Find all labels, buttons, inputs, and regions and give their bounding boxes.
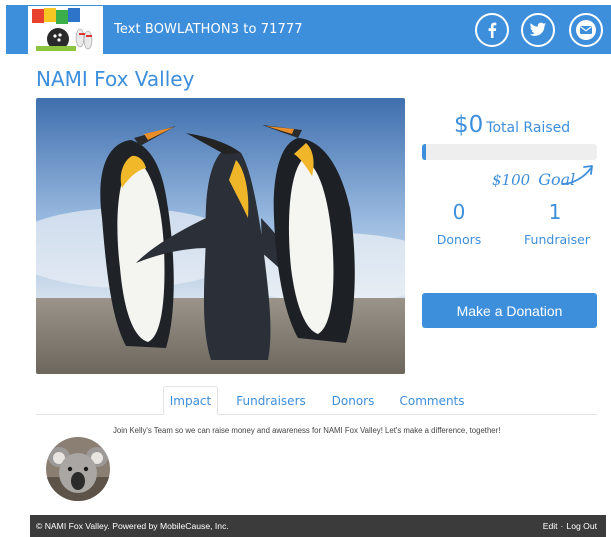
raised-label: Total Raised [486,120,571,136]
goal-arrow-icon [561,165,593,185]
tab-comments[interactable]: Comments [396,386,468,415]
campaign-hero-image [36,98,405,374]
fundraiser-avatar[interactable] [46,437,110,501]
footer-separator: · [560,521,564,531]
page-footer: © NAMI Fox Valley. Powered by MobileCaus… [30,515,606,537]
fundraisers-count: 1 [548,200,562,224]
tab-fundraisers[interactable]: Fundraisers [232,386,310,415]
facebook-icon [488,22,497,38]
total-raised: $0 Total Raised [454,112,570,138]
goal-amount: $100 [492,171,531,189]
make-donation-button[interactable]: Make a Donation [422,293,597,328]
header-bar: Text BOWLATHON3 to 71777 [6,5,611,54]
tab-donors[interactable]: Donors [327,386,379,415]
footer-copyright: © NAMI Fox Valley. Powered by MobileCaus… [36,521,229,531]
tabs-divider [36,414,597,415]
fundraising-progress-bar [422,144,597,160]
facebook-share-button[interactable] [475,13,509,47]
twitter-share-button[interactable] [521,13,555,47]
progress-fill [422,144,426,160]
twitter-icon [529,22,547,36]
tab-impact[interactable]: Impact [163,386,218,415]
footer-links: Edit · Log Out [543,521,597,531]
donors-count: 0 [452,200,466,224]
email-share-button[interactable] [569,13,603,47]
raised-amount: $0 [454,112,484,138]
sms-donate-text: Text BOWLATHON3 to 71777 [114,22,303,37]
logout-link[interactable]: Log Out [566,521,597,531]
donors-label: Donors [436,232,482,247]
edit-link[interactable]: Edit [543,521,558,531]
campaign-title: NAMI Fox Valley [36,67,195,91]
impact-message: Join Kelly's Team so we can raise money … [113,426,501,435]
fundraisers-label: Fundraiser [524,232,590,247]
email-icon [576,20,596,40]
bowlathon-logo[interactable] [28,6,103,54]
